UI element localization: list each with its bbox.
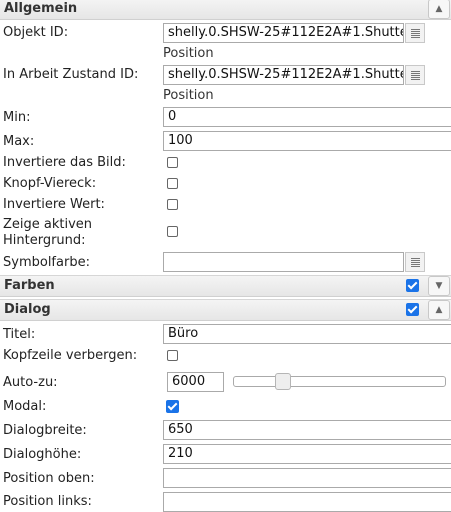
dialoghoehe-input[interactable]: 210 xyxy=(163,444,451,464)
kopfzeile-checkbox[interactable] xyxy=(167,350,178,361)
dialog-enable-checkbox[interactable] xyxy=(406,303,419,316)
in-arbeit-picker-button[interactable] xyxy=(405,65,425,85)
objekt-id-sub: Position xyxy=(163,46,214,61)
triangle-up-icon: ▲ xyxy=(435,4,443,14)
min-input[interactable]: 0 xyxy=(163,107,451,127)
color-picker-icon xyxy=(410,257,420,267)
auto-zu-label: Auto-zu: xyxy=(3,375,58,390)
zeige-aktiven-label-line2: Hintergrund: xyxy=(3,233,86,248)
invertiere-wert-checkbox[interactable] xyxy=(167,199,178,210)
max-label: Max: xyxy=(3,134,35,149)
max-input[interactable]: 100 xyxy=(163,131,451,151)
invertiere-bild-checkbox[interactable] xyxy=(167,157,178,168)
section-allgemein-header[interactable]: Allgemein ▲ xyxy=(0,0,451,20)
zeige-aktiven-label-line1: Zeige aktiven xyxy=(3,217,93,232)
objekt-id-label: Objekt ID: xyxy=(3,25,69,40)
dialoghoehe-label: Dialoghöhe: xyxy=(3,447,82,462)
objekt-id-input[interactable]: shelly.0.SHSW-25#112E2A#1.Shutter.Positi… xyxy=(163,23,404,43)
min-label: Min: xyxy=(3,110,31,125)
section-title: Farben xyxy=(4,278,55,293)
auto-zu-input[interactable]: 6000 xyxy=(167,372,224,392)
section-farben-header[interactable]: Farben ▼ xyxy=(0,275,451,297)
invertiere-bild-label: Invertiere das Bild: xyxy=(3,155,126,170)
collapse-button[interactable]: ▲ xyxy=(428,0,450,19)
position-oben-input[interactable] xyxy=(163,468,451,488)
titel-input[interactable]: Büro xyxy=(163,324,451,344)
list-picker-icon xyxy=(410,28,420,38)
auto-zu-slider[interactable] xyxy=(233,373,446,390)
modal-checkbox[interactable] xyxy=(166,400,179,413)
triangle-up-icon: ▲ xyxy=(435,305,443,315)
symbolfarbe-input[interactable] xyxy=(163,252,404,272)
list-picker-icon xyxy=(410,70,420,80)
farben-enable-checkbox[interactable] xyxy=(406,279,419,292)
in-arbeit-sub: Position xyxy=(163,88,214,103)
kopfzeile-label: Kopfzeile verbergen: xyxy=(3,348,138,363)
expand-button[interactable]: ▼ xyxy=(428,276,450,296)
dialogbreite-input[interactable]: 650 xyxy=(163,420,451,440)
knopf-viereck-checkbox[interactable] xyxy=(167,178,178,189)
symbolfarbe-picker-button[interactable] xyxy=(405,252,425,272)
titel-label: Titel: xyxy=(3,327,36,342)
section-dialog-header[interactable]: Dialog ▲ xyxy=(0,299,451,321)
zeige-aktiven-checkbox[interactable] xyxy=(167,226,178,237)
section-title: Allgemein xyxy=(4,1,78,16)
symbolfarbe-label: Symbolfarbe: xyxy=(3,255,90,270)
collapse-button[interactable]: ▲ xyxy=(428,300,450,320)
position-links-label: Position links: xyxy=(3,494,92,509)
objekt-id-picker-button[interactable] xyxy=(405,23,425,43)
section-title: Dialog xyxy=(4,302,51,317)
dialogbreite-label: Dialogbreite: xyxy=(3,423,87,438)
triangle-down-icon: ▼ xyxy=(435,281,443,291)
position-links-input[interactable] xyxy=(163,492,451,512)
knopf-viereck-label: Knopf-Viereck: xyxy=(3,176,97,191)
modal-label: Modal: xyxy=(3,399,47,414)
position-oben-label: Position oben: xyxy=(3,471,95,486)
in-arbeit-input[interactable]: shelly.0.SHSW-25#112E2A#1.Shutter.Positi… xyxy=(163,65,404,85)
in-arbeit-label: In Arbeit Zustand ID: xyxy=(3,67,139,82)
slider-handle[interactable] xyxy=(275,373,291,390)
invertiere-wert-label: Invertiere Wert: xyxy=(3,197,105,212)
